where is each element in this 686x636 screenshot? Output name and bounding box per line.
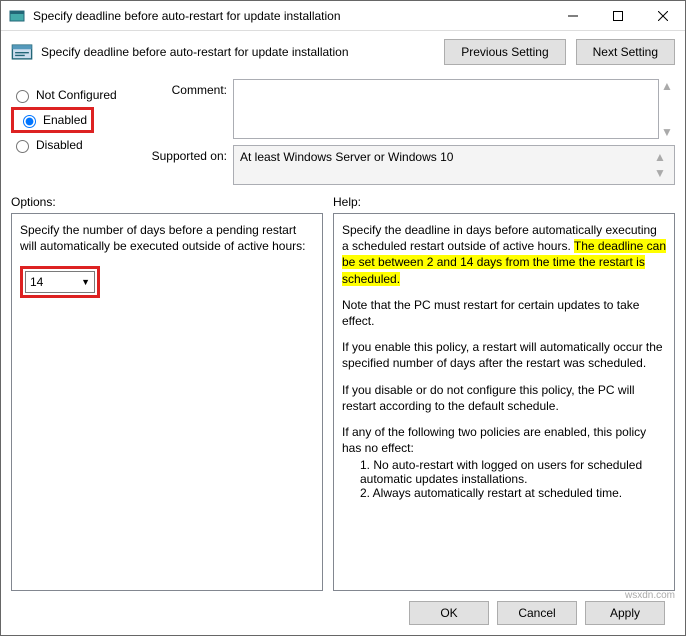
policy-subtitle: Specify deadline before auto-restart for… <box>41 45 349 59</box>
app-icon <box>9 8 25 24</box>
apply-button[interactable]: Apply <box>585 601 665 625</box>
help-li2: 2. Always automatically restart at sched… <box>360 486 666 500</box>
policy-icon <box>11 41 33 63</box>
days-dropdown-value: 14 <box>30 275 43 289</box>
radio-disabled-label: Disabled <box>36 138 83 152</box>
comment-label: Comment: <box>141 79 227 139</box>
maximize-button[interactable] <box>595 1 640 31</box>
help-heading: Help: <box>333 195 361 209</box>
radio-enabled-label: Enabled <box>43 113 87 127</box>
comment-textarea[interactable] <box>233 79 659 139</box>
help-p3: If you enable this policy, a restart wil… <box>342 339 666 371</box>
chevron-down-icon: ▼ <box>661 125 673 139</box>
radio-not-configured[interactable]: Not Configured <box>11 83 131 107</box>
minimize-button[interactable] <box>550 1 595 31</box>
supported-on-box: At least Windows Server or Windows 10 ▲▼ <box>233 145 675 185</box>
header-row: Specify deadline before auto-restart for… <box>1 31 685 73</box>
window-title: Specify deadline before auto-restart for… <box>33 9 550 23</box>
radio-disabled-input[interactable] <box>16 140 29 153</box>
radio-enabled-input[interactable] <box>23 115 36 128</box>
titlebar: Specify deadline before auto-restart for… <box>1 1 685 31</box>
help-li1: 1. No auto-restart with logged on users … <box>360 458 666 486</box>
radio-disabled[interactable]: Disabled <box>11 133 131 157</box>
close-button[interactable] <box>640 1 685 31</box>
comment-scrollbar[interactable]: ▲▼ <box>659 79 675 139</box>
cancel-button[interactable]: Cancel <box>497 601 577 625</box>
ok-button[interactable]: OK <box>409 601 489 625</box>
help-p4: If you disable or do not configure this … <box>342 382 666 414</box>
options-heading: Options: <box>11 195 323 209</box>
radio-enabled[interactable]: Enabled <box>18 112 87 128</box>
options-panel: Specify the number of days before a pend… <box>11 213 323 591</box>
help-p5: If any of the following two policies are… <box>342 424 666 456</box>
next-setting-button[interactable]: Next Setting <box>576 39 675 65</box>
previous-setting-button[interactable]: Previous Setting <box>444 39 565 65</box>
options-description: Specify the number of days before a pend… <box>20 222 314 254</box>
supported-on-label: Supported on: <box>141 145 227 185</box>
days-dropdown[interactable]: 14 ▼ <box>25 271 95 293</box>
chevron-down-icon: ▼ <box>654 166 666 180</box>
radio-not-configured-label: Not Configured <box>36 88 117 102</box>
supported-on-value: At least Windows Server or Windows 10 <box>240 150 652 180</box>
chevron-up-icon: ▲ <box>654 150 666 164</box>
radio-not-configured-input[interactable] <box>16 90 29 103</box>
state-radio-group: Not Configured Enabled Disabled <box>11 79 131 185</box>
chevron-down-icon: ▼ <box>81 277 90 287</box>
help-panel: Specify the deadline in days before auto… <box>333 213 675 591</box>
help-p2: Note that the PC must restart for certai… <box>342 297 666 329</box>
chevron-up-icon: ▲ <box>661 79 673 93</box>
dialog-button-row: OK Cancel Apply <box>11 591 675 635</box>
supported-scrollbar[interactable]: ▲▼ <box>652 150 668 180</box>
